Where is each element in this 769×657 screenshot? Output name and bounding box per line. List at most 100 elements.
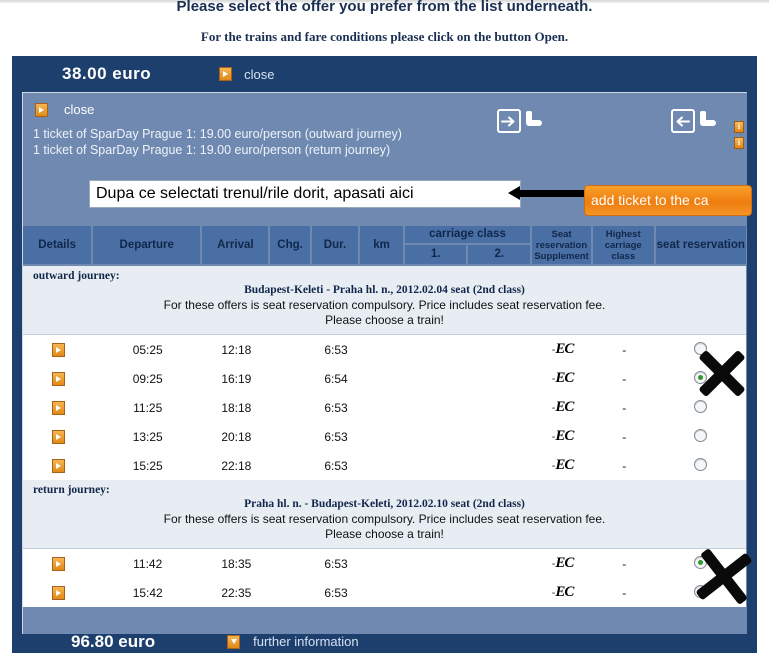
table-row[interactable]: 11:42 18:35 6:53 -EC - bbox=[23, 549, 746, 578]
seat-reservation-radio[interactable] bbox=[694, 555, 708, 569]
row-dur: 6:53 bbox=[311, 335, 361, 364]
seat-reservation-radio[interactable] bbox=[694, 428, 708, 442]
row-chg bbox=[270, 578, 312, 607]
row-departure: 15:42 bbox=[93, 578, 203, 607]
row-seat-reservation[interactable] bbox=[655, 364, 746, 393]
section-title: Budapest-Keleti - Praha hl. n., 2012.02.… bbox=[244, 284, 525, 296]
header-details[interactable]: Details bbox=[23, 226, 94, 266]
header-arrival[interactable]: Arrival bbox=[202, 226, 271, 266]
close-details-button[interactable]: close bbox=[35, 102, 747, 117]
row-details-button[interactable] bbox=[23, 335, 94, 364]
row-carriage-class bbox=[404, 549, 533, 578]
table-row[interactable]: 09:25 16:19 6:54 -EC - bbox=[23, 364, 746, 393]
row-details-button[interactable] bbox=[23, 422, 94, 451]
row-seat-reservation-supplement: -EC bbox=[532, 364, 593, 393]
triangle-right-icon bbox=[35, 102, 48, 117]
header-highest-carriage-class-label: Highest carriage class bbox=[604, 228, 642, 262]
header-class-1: 1. bbox=[404, 245, 469, 264]
header-class-2: 2. bbox=[468, 245, 531, 264]
row-km bbox=[360, 578, 405, 607]
row-seat-reservation-supplement: -EC bbox=[532, 549, 593, 578]
section-note-line-1: For these offers is seat reservation com… bbox=[163, 512, 606, 526]
row-details-button[interactable] bbox=[23, 393, 94, 422]
row-departure: 11:25 bbox=[93, 393, 203, 422]
section-note-line-1: For these offers is seat reservation com… bbox=[163, 298, 606, 312]
header-departure[interactable]: Departure bbox=[93, 226, 203, 266]
row-seat-reservation[interactable] bbox=[655, 451, 746, 480]
row-highest-carriage-class: - bbox=[592, 364, 656, 393]
triangle-right-icon bbox=[51, 372, 65, 386]
row-seat-reservation[interactable] bbox=[655, 422, 746, 451]
header-carriage-class-label: carriage class bbox=[404, 226, 531, 245]
row-highest-carriage-class: - bbox=[592, 335, 656, 364]
row-carriage-class bbox=[404, 451, 533, 480]
table-row[interactable]: 15:25 22:18 6:53 -EC - bbox=[23, 451, 746, 480]
row-arrival: 18:35 bbox=[202, 549, 271, 578]
header-highest-carriage-class: Highest carriage class bbox=[592, 226, 656, 266]
add-ticket-to-cart-button[interactable]: add ticket to the ca bbox=[584, 185, 752, 216]
row-seat-reservation[interactable] bbox=[655, 335, 746, 364]
table-row[interactable]: 15:42 22:35 6:53 -EC - bbox=[23, 578, 746, 607]
header-chg[interactable]: Chg. bbox=[270, 226, 312, 266]
section-note: For these offers is seat reservation com… bbox=[23, 298, 746, 328]
row-km bbox=[360, 364, 405, 393]
row-seat-reservation-supplement: -EC bbox=[532, 422, 593, 451]
journey-hook-icon bbox=[698, 111, 718, 131]
row-km bbox=[360, 549, 405, 578]
header-dur[interactable]: Dur. bbox=[311, 226, 361, 266]
row-km bbox=[360, 451, 405, 480]
close-offer-button-top[interactable]: close bbox=[219, 67, 274, 82]
row-arrival: 22:18 bbox=[202, 451, 271, 480]
row-dur: 6:53 bbox=[311, 393, 361, 422]
row-km bbox=[360, 335, 405, 364]
arrow-left-glyph bbox=[676, 116, 690, 126]
row-seat-reservation[interactable] bbox=[655, 549, 746, 578]
row-train-type: EC bbox=[555, 370, 574, 386]
table-row[interactable]: 05:25 12:18 6:53 -EC - bbox=[23, 335, 746, 364]
table-row[interactable]: 11:25 18:18 6:53 -EC - bbox=[23, 393, 746, 422]
seat-reservation-radio[interactable] bbox=[694, 341, 708, 355]
row-seat-reservation-supplement: -EC bbox=[532, 451, 593, 480]
row-chg bbox=[270, 364, 312, 393]
section-label: return journey: bbox=[33, 484, 110, 496]
table-row[interactable]: 13:25 20:18 6:53 -EC - bbox=[23, 422, 746, 451]
row-departure: 15:25 bbox=[93, 451, 203, 480]
row-seat-reservation[interactable] bbox=[655, 393, 746, 422]
row-details-button[interactable] bbox=[23, 364, 94, 393]
triangle-right-icon bbox=[51, 343, 65, 357]
seat-reservation-radio[interactable] bbox=[694, 457, 708, 471]
offer-panel-header: 38.00 euro close bbox=[12, 56, 757, 92]
seat-reservation-radio[interactable] bbox=[694, 399, 708, 413]
annotation-textbox: Dupa ce selectati trenul/rile dorit, apa… bbox=[89, 180, 521, 208]
seat-reservation-radio[interactable] bbox=[694, 370, 708, 384]
row-arrival: 12:18 bbox=[202, 335, 271, 364]
triangle-right-icon bbox=[51, 401, 65, 415]
ticket-summary: 1 ticket of SparDay Prague 1: 19.00 euro… bbox=[33, 126, 747, 158]
offers-table: Details Departure Arrival Chg. Dur. km c… bbox=[23, 226, 746, 607]
further-information-button[interactable]: further information bbox=[227, 634, 359, 649]
row-train-type: EC bbox=[555, 555, 574, 571]
row-arrival: 22:35 bbox=[202, 578, 271, 607]
row-details-button[interactable] bbox=[23, 549, 94, 578]
row-dur: 6:53 bbox=[311, 451, 361, 480]
intro-line-2: For the trains and fare conditions pleas… bbox=[200, 29, 569, 44]
row-highest-carriage-class: - bbox=[592, 393, 656, 422]
seat-reservation-radio[interactable] bbox=[694, 584, 708, 598]
row-km bbox=[360, 422, 405, 451]
row-train-type: EC bbox=[555, 341, 574, 357]
row-arrival: 18:18 bbox=[202, 393, 271, 422]
row-seat-reservation-supplement: -EC bbox=[532, 335, 593, 364]
row-details-button[interactable] bbox=[23, 578, 94, 607]
header-carriage-class: carriage class 1. 2. bbox=[404, 226, 533, 266]
header-km[interactable]: km bbox=[360, 226, 405, 266]
row-km bbox=[360, 393, 405, 422]
row-arrival: 16:19 bbox=[202, 364, 271, 393]
row-details-button[interactable] bbox=[23, 451, 94, 480]
row-highest-carriage-class: - bbox=[592, 451, 656, 480]
info-icon-return[interactable]: i bbox=[734, 137, 744, 149]
ticket-line-return: 1 ticket of SparDay Prague 1: 19.00 euro… bbox=[33, 143, 391, 157]
row-carriage-class bbox=[404, 335, 533, 364]
section-note-line-2: Please choose a train! bbox=[325, 313, 444, 327]
row-seat-reservation[interactable] bbox=[655, 578, 746, 607]
info-icon-outward[interactable]: i bbox=[734, 121, 744, 133]
